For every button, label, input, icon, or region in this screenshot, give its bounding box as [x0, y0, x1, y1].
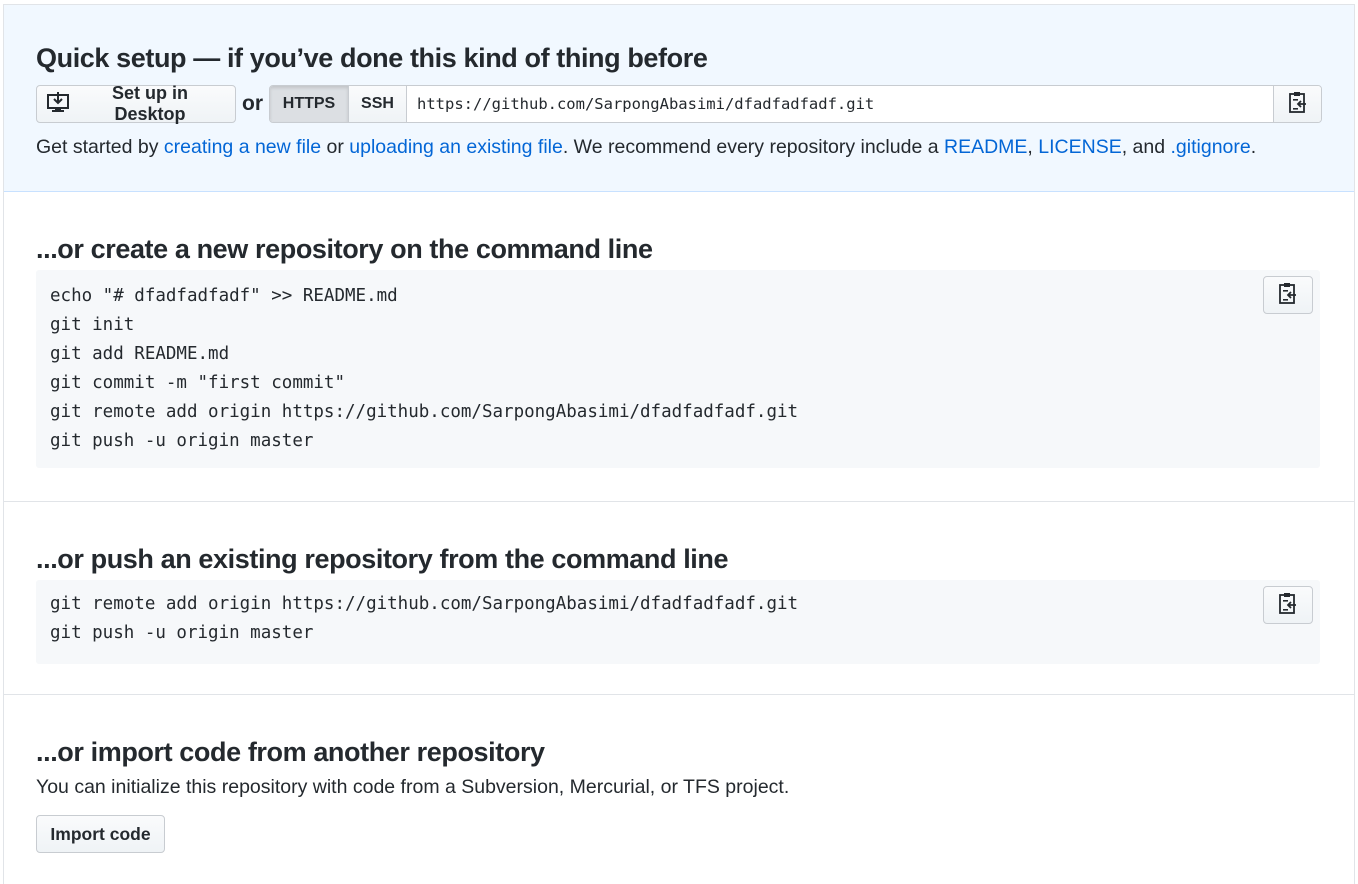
or-label: or	[242, 92, 263, 115]
get-started-and: , and	[1121, 136, 1171, 158]
readme-link[interactable]: README	[944, 136, 1027, 158]
repo-setup-panel: Quick setup — if you’ve done this kind o…	[3, 4, 1355, 884]
gitignore-link[interactable]: .gitignore	[1171, 136, 1251, 158]
copy-push-repo-button[interactable]	[1263, 586, 1313, 624]
get-started-or: or	[321, 136, 350, 158]
import-code-button[interactable]: Import code	[36, 815, 165, 853]
push-repo-section: ...or push an existing repository from t…	[4, 502, 1354, 695]
get-started-comma: ,	[1027, 136, 1039, 158]
https-toggle[interactable]: HTTPS	[270, 86, 349, 122]
import-repo-section: ...or import code from another repositor…	[4, 695, 1354, 853]
code-line: git remote add origin https://github.com…	[50, 402, 799, 422]
get-started-text: Get started by creating a new file or up…	[36, 135, 1256, 159]
quick-setup-section: Quick setup — if you’ve done this kind o…	[4, 5, 1354, 192]
clone-url-group: HTTPS SSH	[269, 85, 1322, 123]
clone-row: Set up in Desktop or HTTPS SSH	[36, 83, 1322, 124]
quick-setup-title: Quick setup — if you’ve done this kind o…	[36, 43, 708, 73]
code-line: git push -u origin master	[50, 623, 314, 643]
import-description: You can initialize this repository with …	[36, 776, 790, 798]
code-line: echo "# dfadfadfadf" >> README.md	[50, 286, 398, 306]
code-line: git commit -m "first commit"	[50, 373, 346, 393]
new-repo-code-block: echo "# dfadfadfadf" >> README.md git in…	[36, 270, 1320, 468]
get-started-end: .	[1250, 136, 1257, 158]
clipboard-icon	[1288, 91, 1307, 118]
clone-url-input[interactable]	[407, 86, 1273, 122]
code-line: git init	[50, 315, 135, 335]
setup-desktop-label: Set up in Desktop	[112, 83, 188, 124]
upload-file-link[interactable]: uploading an existing file	[349, 136, 563, 158]
push-repo-title: ...or push an existing repository from t…	[36, 544, 729, 574]
code-line: git push -u origin master	[50, 431, 314, 451]
import-repo-title: ...or import code from another repositor…	[36, 737, 545, 767]
code-line: git remote add origin https://github.com…	[50, 594, 799, 614]
desktop-download-icon	[47, 91, 69, 117]
code-line: git add README.md	[50, 344, 230, 364]
copy-url-button[interactable]	[1273, 86, 1321, 122]
create-new-file-link[interactable]: creating a new file	[164, 136, 321, 158]
new-repo-section: ...or create a new repository on the com…	[4, 192, 1354, 502]
copy-new-repo-button[interactable]	[1263, 276, 1313, 314]
clipboard-icon	[1279, 282, 1297, 309]
get-started-middle: . We recommend every repository include …	[562, 136, 944, 158]
push-repo-code-block: git remote add origin https://github.com…	[36, 580, 1320, 664]
clipboard-icon	[1279, 592, 1297, 619]
new-repo-title: ...or create a new repository on the com…	[36, 234, 653, 264]
get-started-prefix: Get started by	[36, 136, 164, 158]
license-link[interactable]: LICENSE	[1038, 136, 1121, 158]
setup-desktop-button[interactable]: Set up in Desktop	[36, 83, 236, 124]
ssh-toggle[interactable]: SSH	[349, 86, 407, 122]
